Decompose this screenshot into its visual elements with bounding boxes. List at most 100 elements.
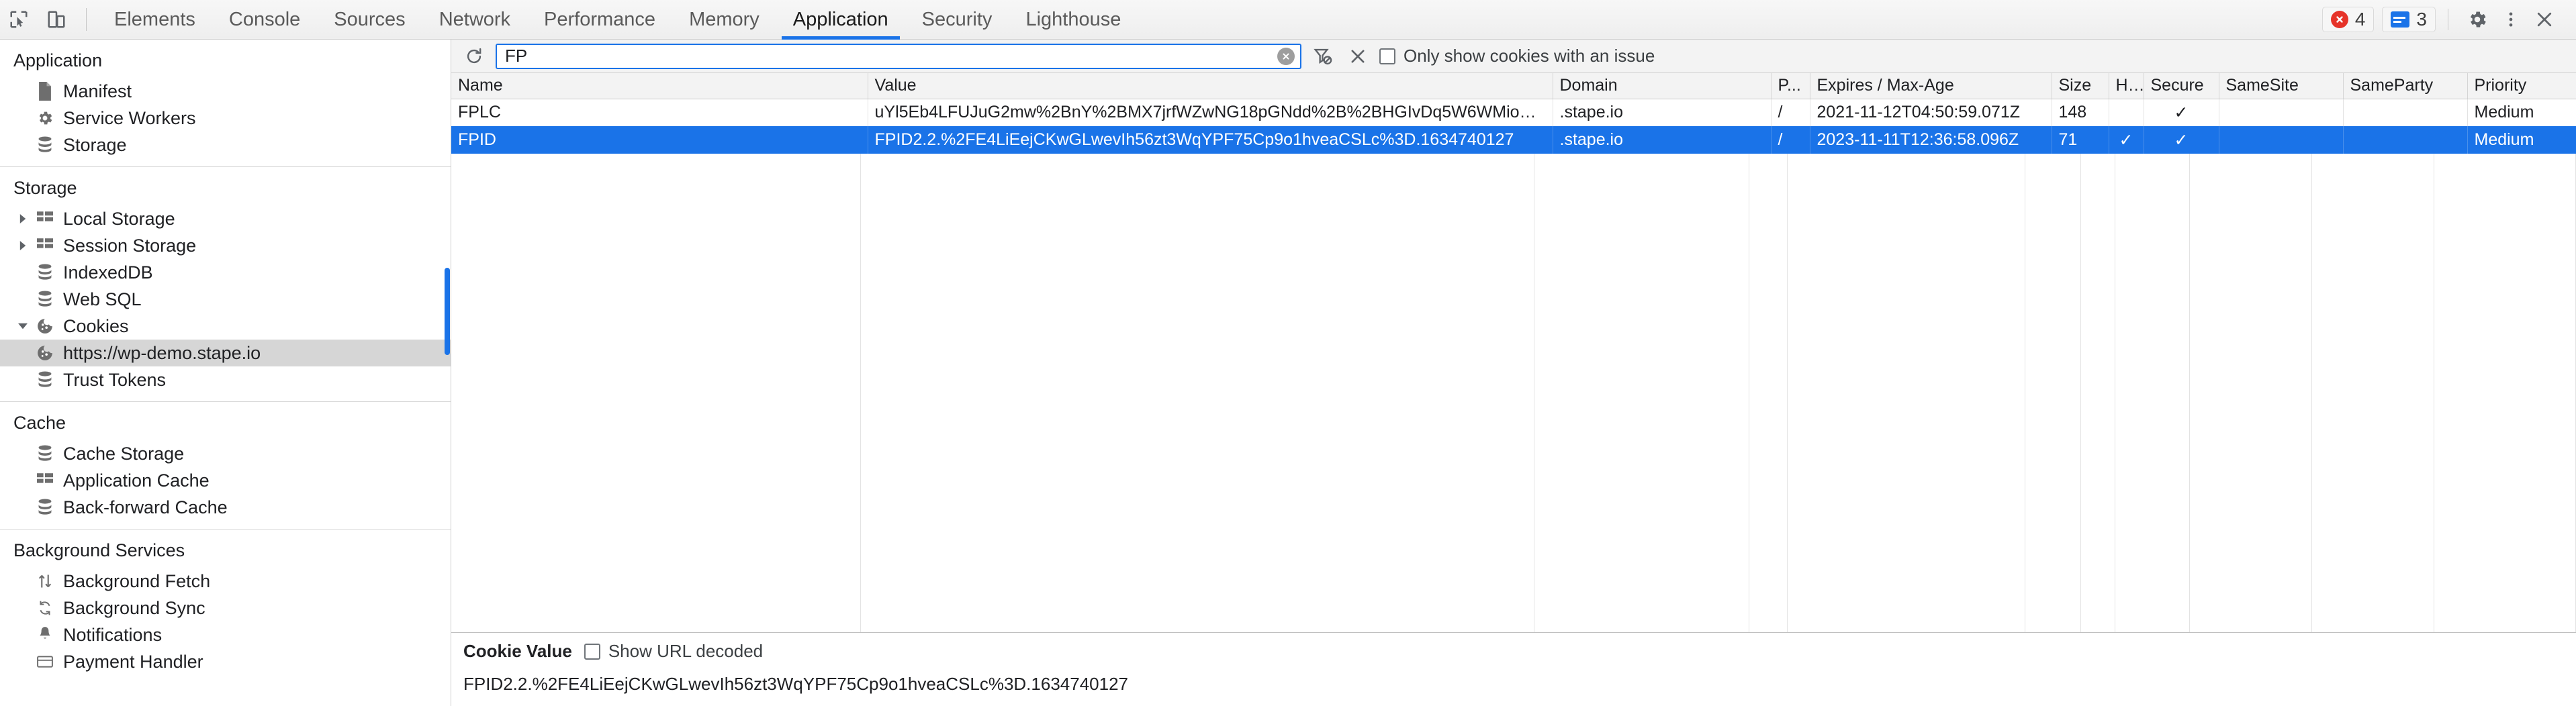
gear-icon[interactable]: [2460, 3, 2494, 36]
sidebar-item-cookies[interactable]: Cookies: [0, 313, 451, 340]
device-toolbar-icon[interactable]: [38, 0, 75, 40]
table-empty-cell: [2115, 209, 2189, 236]
sidebar-item-notifications[interactable]: Notifications: [0, 621, 451, 648]
cookies-toolbar: Only show cookies with an issue: [451, 40, 2576, 73]
tab-label: Memory: [689, 9, 760, 31]
tab-lighthouse[interactable]: Lighthouse: [1009, 0, 1138, 40]
tab-memory[interactable]: Memory: [672, 0, 776, 40]
table-empty-cell: [1534, 346, 1749, 374]
inspect-element-icon[interactable]: [0, 0, 38, 40]
table-empty-cell: [1749, 291, 1788, 319]
tab-sources[interactable]: Sources: [317, 0, 422, 40]
column-header-samesite[interactable]: SameSite: [2219, 73, 2343, 99]
tab-performance[interactable]: Performance: [527, 0, 672, 40]
tab-application[interactable]: Application: [776, 0, 905, 40]
tab-network[interactable]: Network: [422, 0, 527, 40]
column-header-priority[interactable]: Priority: [2467, 73, 2576, 99]
table-empty-cell: [2025, 511, 2082, 539]
column-header-domain[interactable]: Domain: [1553, 73, 1771, 99]
table-row[interactable]: FPID FPID2.2.%2FE4LiEejCKwGLwevIh56zt3Wq…: [451, 126, 2576, 154]
chevron-right-icon[interactable]: [13, 214, 32, 223]
table-empty-cell: [1788, 429, 2025, 456]
message-icon: [2391, 11, 2409, 28]
sidebar-item-trust-tokens[interactable]: Trust Tokens: [0, 366, 451, 393]
table-empty-cell: [2312, 539, 2434, 566]
table-empty-cell: [1534, 566, 1749, 594]
sidebar-item-session-storage[interactable]: Session Storage: [0, 232, 451, 259]
sidebar-scrollbar[interactable]: [444, 40, 451, 706]
clear-all-cookies-icon[interactable]: [1344, 43, 1371, 70]
message-count-label: 3: [2416, 9, 2427, 30]
tab-console[interactable]: Console: [212, 0, 317, 40]
table-empty-cell: [2115, 236, 2189, 264]
refresh-icon[interactable]: [461, 43, 488, 70]
table-row[interactable]: FPLC uYl5Eb4LFUJuG2mw%2BnY%2BMX7jrfWZwNG…: [451, 99, 2576, 126]
filter-input[interactable]: [505, 46, 1277, 66]
table-empty-cell: [861, 566, 1534, 594]
column-header-path[interactable]: P...: [1771, 73, 1810, 99]
table-empty-cell: [2434, 456, 2576, 484]
filter-input-container[interactable]: [496, 44, 1301, 69]
error-count-badge[interactable]: 4: [2322, 7, 2375, 32]
table-empty-cell: [2081, 566, 2115, 594]
column-header-name[interactable]: Name: [451, 73, 868, 99]
sidebar-item-manifest[interactable]: Manifest: [0, 78, 451, 105]
table-empty-row: [451, 374, 2576, 401]
sidebar-item-application-cache[interactable]: Application Cache: [0, 467, 451, 494]
sidebar-item-web-sql[interactable]: Web SQL: [0, 286, 451, 313]
column-header-size[interactable]: Size: [2052, 73, 2109, 99]
show-url-decoded-checkbox[interactable]: [584, 644, 600, 660]
table-empty-cell: [2190, 539, 2312, 566]
tab-security[interactable]: Security: [905, 0, 1009, 40]
sidebar-item-cache-storage[interactable]: Cache Storage: [0, 440, 451, 467]
sidebar-item-background-fetch[interactable]: Background Fetch: [0, 568, 451, 595]
only-issues-checkbox[interactable]: [1379, 48, 1395, 64]
table-empty-cell: [451, 594, 861, 621]
show-url-decoded-row[interactable]: Show URL decoded: [584, 641, 763, 662]
column-header-value[interactable]: Value: [868, 73, 1553, 99]
table-empty-cell: [861, 181, 1534, 209]
manifest-document-icon: [32, 82, 58, 101]
column-header-httponly[interactable]: H..: [2109, 73, 2144, 99]
clear-filtered-cookies-icon[interactable]: [1309, 43, 1336, 70]
table-empty-cell: [1534, 209, 1749, 236]
table-empty-cell: [451, 181, 861, 209]
table-empty-area[interactable]: [451, 154, 2576, 632]
table-grid-icon: [32, 211, 58, 226]
scrollbar-thumb[interactable]: [445, 268, 450, 355]
database-icon: [32, 291, 58, 308]
sidebar-item-indexeddb[interactable]: IndexedDB: [0, 259, 451, 286]
sidebar-item-label: Back-forward Cache: [63, 499, 228, 517]
table-empty-cell: [2081, 511, 2115, 539]
table-empty-cell: [1534, 594, 1749, 621]
sidebar-item-service-workers[interactable]: Service Workers: [0, 105, 451, 132]
column-header-expires[interactable]: Expires / Max-Age: [1810, 73, 2052, 99]
table-empty-cell: [1534, 319, 1749, 346]
table-empty-cell: [1788, 511, 2025, 539]
chevron-down-icon[interactable]: [13, 321, 32, 331]
only-issues-checkbox-row[interactable]: Only show cookies with an issue: [1379, 46, 1655, 66]
message-count-badge[interactable]: 3: [2382, 7, 2436, 32]
table-empty-cell: [2312, 456, 2434, 484]
toolbar-divider: [86, 8, 87, 31]
sidebar-item-storage[interactable]: Storage: [0, 132, 451, 158]
close-icon[interactable]: [2528, 3, 2561, 36]
sidebar-item-back-forward-cache[interactable]: Back-forward Cache: [0, 494, 451, 521]
column-header-sameparty[interactable]: SameParty: [2343, 73, 2467, 99]
sidebar-item-background-sync[interactable]: Background Sync: [0, 595, 451, 621]
cookie-value-preview: Cookie Value Show URL decoded FPID2.2.%2…: [451, 632, 2576, 706]
table-empty-cell: [2312, 594, 2434, 621]
sidebar-item-cookie-origin[interactable]: https://wp-demo.stape.io: [0, 340, 451, 366]
table-empty-cell: [1749, 264, 1788, 291]
sidebar-item-payment-handler[interactable]: Payment Handler: [0, 648, 451, 675]
chevron-right-icon[interactable]: [13, 241, 32, 250]
table-empty-cell: [2025, 456, 2082, 484]
tab-elements[interactable]: Elements: [97, 0, 212, 40]
more-options-icon[interactable]: [2494, 3, 2528, 36]
sidebar-item-local-storage[interactable]: Local Storage: [0, 205, 451, 232]
cookies-table-container[interactable]: Name Value Domain P... Expires / Max-Age…: [451, 73, 2576, 632]
table-empty-cell: [1749, 511, 1788, 539]
clear-input-icon[interactable]: [1277, 48, 1295, 65]
column-header-secure[interactable]: Secure: [2144, 73, 2219, 99]
table-empty-cell: [451, 401, 861, 429]
